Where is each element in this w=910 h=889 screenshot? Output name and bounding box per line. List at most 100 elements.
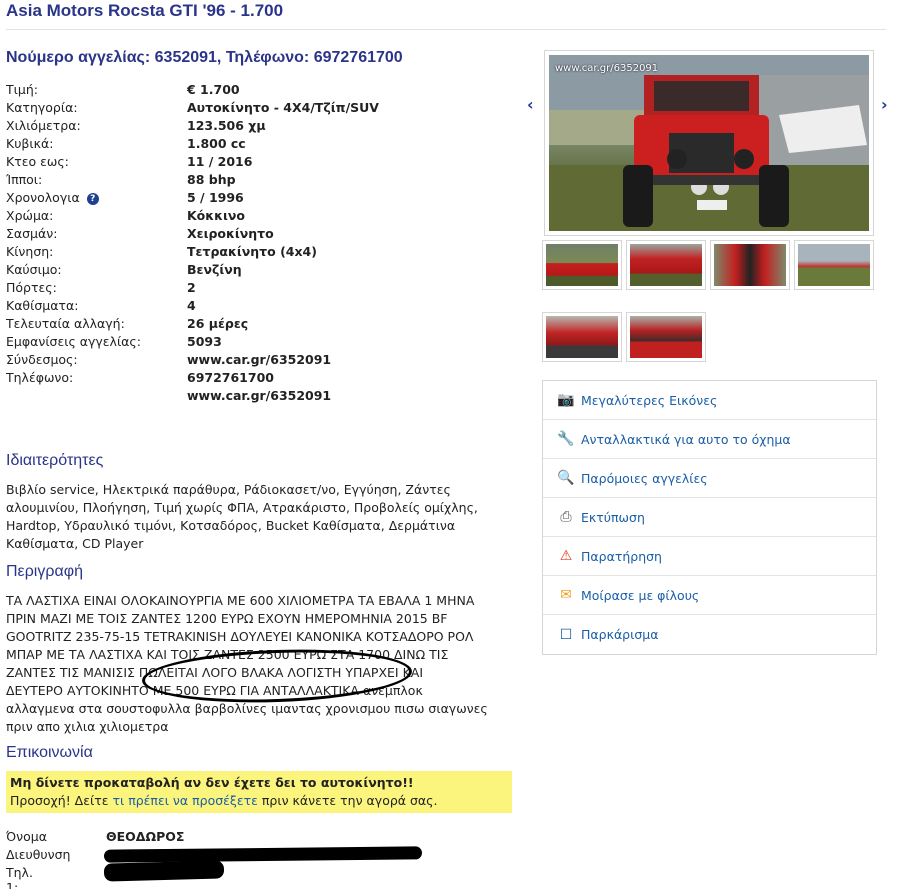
thumbnail[interactable]	[542, 240, 622, 290]
ad-header: Νούμερο αγγελίας: 6352091, Τηλέφωνο: 697…	[6, 49, 403, 66]
contact-label: Τηλ. 1:	[6, 865, 33, 889]
checkbox-icon: ☐	[559, 626, 573, 643]
contact-value: ΘΕΟΔΩΡΟΣ	[106, 829, 185, 844]
thumbnail[interactable]	[626, 240, 706, 290]
camera-icon: 📷	[557, 392, 575, 408]
photo-watermark: www.car.gr/6352091	[555, 63, 659, 74]
spec-value: 123.506 χμ	[187, 118, 266, 133]
spec-label: Σύνδεσμος:	[6, 352, 78, 367]
spec-value: 88 bhp	[187, 172, 236, 187]
contact-label: Όνομα	[6, 829, 47, 844]
warning-prefix: Προσοχή! Δείτε	[10, 793, 109, 808]
thumbnail-image	[630, 244, 702, 286]
thumbnail-image	[630, 316, 702, 358]
warning-link[interactable]: τι πρέπει να προσέξετε	[112, 793, 257, 808]
thumbnail-image	[546, 316, 618, 358]
spec-label: Πόρτες:	[6, 280, 57, 295]
spec-value: 1.800 cc	[187, 136, 246, 151]
description-line: ΠΡΙΝ ΜΑΖΙ ΜΕ ΤΟΙΣ ΖΑΝΤΕΣ 1200 ΕΥΡΩ ΕΧΟΥΝ…	[6, 611, 448, 626]
wrench-icon: 🔧	[557, 431, 575, 447]
action-label: Εκτύπωση	[581, 509, 645, 525]
thumbnail-image	[546, 244, 618, 286]
spec-label: Κίνηση:	[6, 244, 54, 259]
spec-value: Κόκκινο	[187, 208, 246, 223]
envelope-icon: ✉	[560, 587, 572, 603]
contact-heading: Επικοινωνία	[6, 744, 93, 761]
spec-value: 4	[187, 298, 196, 313]
jeep-photo-illustration	[549, 55, 869, 231]
search-icon: 🔍	[557, 470, 575, 486]
warning-icon: ⚠	[559, 548, 573, 564]
features-text: Βιβλίο service, Ηλεκτρικά παράθυρα, Ράδι…	[6, 481, 516, 553]
help-icon[interactable]: ?	[86, 193, 99, 205]
action-larger-images[interactable]: 📷 Μεγαλύτερες Εικόνες	[543, 381, 876, 420]
description-line: ΤΑ ΛΑΣΤΙΧΑ ΕΙΝΑΙ ΟΛΟΚΑΙΝΟΥΡΓΙΑ ΜΕ 600 ΧΙ…	[6, 593, 475, 608]
description-line: πριν απο χιλια χιλιομετρα	[6, 719, 169, 734]
action-label: Μεγαλύτερες Εικόνες	[581, 392, 718, 408]
description-line: GOOTRITZ 235-75-15 TETRAKINISH ΔΟΥΛΕΥΕΙ …	[6, 629, 474, 644]
spec-label: Ίπποι:	[6, 172, 43, 187]
features-line: Hardtop, Υδραυλικό τιμόνι, Κοτσαδόρος, B…	[6, 518, 456, 533]
thumbnail-image	[714, 244, 786, 286]
action-label: Παρκάρισμα	[581, 627, 659, 642]
warning-bold-text: Μη δίνετε προκαταβολή αν δεν έχετε δει τ…	[10, 775, 414, 790]
contact-label: Διευθυνση	[6, 847, 71, 862]
spec-label: Τηλέφωνο:	[6, 370, 74, 385]
page-title: Asia Motors Rocsta GTI '96 - 1.700	[6, 1, 284, 20]
spec-value: Τετρακίνητο (4x4)	[187, 244, 317, 259]
thumbnail[interactable]	[794, 240, 874, 290]
warning-box: Μη δίνετε προκαταβολή αν δεν έχετε δει τ…	[6, 771, 512, 813]
action-print[interactable]: ⎙ Εκτύπωση	[543, 498, 876, 537]
action-label: Ανταλλακτικά για αυτο το όχημα	[581, 431, 791, 447]
spec-value: Αυτοκίνητο - 4X4/Τζίπ/SUV	[187, 100, 379, 115]
thumbnail-image	[798, 244, 870, 286]
thumbnail[interactable]	[542, 312, 622, 362]
spec-label: Τιμή:	[6, 82, 38, 97]
main-photo-frame[interactable]: www.car.gr/6352091	[544, 50, 874, 236]
spec-label: Κατηγορία:	[6, 100, 78, 115]
features-line: Καθίσματα, CD Player	[6, 536, 144, 551]
action-label: Μοίρασε με φίλους	[581, 587, 700, 603]
action-label: Παρατήρηση	[581, 548, 662, 564]
spec-value: 2	[187, 280, 196, 295]
spec-label: Σασμάν:	[6, 226, 58, 241]
spec-value: 5 / 1996	[187, 190, 244, 205]
action-park[interactable]: ☐ Παρκάρισμα	[543, 615, 876, 654]
main-photo[interactable]: www.car.gr/6352091	[549, 55, 869, 231]
spec-value: 26 μέρες	[187, 316, 249, 331]
features-line: αλουμινίου, Πλοήγηση, Τιμή χωρίς ΦΠΑ, Ατ…	[6, 500, 478, 515]
thumbnail[interactable]	[626, 312, 706, 362]
spec-label: Κυβικά:	[6, 136, 54, 151]
thumbnail[interactable]	[710, 240, 790, 290]
action-label: Παρόμοιες αγγελίες	[581, 470, 708, 486]
action-similar-ads[interactable]: 🔍 Παρόμοιες αγγελίες	[543, 459, 876, 498]
warning-suffix: πριν κάνετε την αγορά σας.	[261, 793, 438, 808]
spec-value: www.car.gr/6352091	[187, 352, 332, 367]
features-line: Βιβλίο service, Ηλεκτρικά παράθυρα, Ράδι…	[6, 482, 451, 497]
redaction-mark	[103, 860, 225, 882]
action-spare-parts[interactable]: 🔧 Ανταλλακτικά για αυτο το όχημα	[543, 420, 876, 459]
action-list: 📷 Μεγαλύτερες Εικόνες 🔧 Ανταλλακτικά για α…	[542, 380, 877, 655]
redaction-mark	[103, 846, 423, 863]
spec-label: Χιλιόμετρα:	[6, 118, 81, 133]
action-share[interactable]: ✉ Μοίρασε με φίλους	[543, 576, 876, 615]
spec-value: 5093	[187, 334, 222, 349]
spec-value: € 1.700	[187, 82, 240, 97]
spec-value: Χειροκίνητο	[187, 226, 274, 241]
spec-value: 6972761700	[187, 370, 274, 385]
spec-label: Κτεο εως:	[6, 154, 69, 169]
spec-label: Καθίσματα:	[6, 298, 79, 313]
action-report[interactable]: ⚠ Παρατήρηση	[543, 537, 876, 576]
spec-value: www.car.gr/6352091	[187, 388, 332, 403]
gallery-prev-arrow[interactable]: ‹	[527, 95, 534, 114]
spec-label: Χρώμα:	[6, 208, 54, 223]
print-icon: ⎙	[560, 509, 572, 525]
spec-value: 11 / 2016	[187, 154, 253, 169]
description-heading: Περιγραφή	[6, 563, 83, 580]
spec-label: Εμφανίσεις αγγελίας:	[6, 334, 141, 349]
spec-label: Χρονολογια	[6, 190, 80, 205]
gallery-next-arrow[interactable]: ›	[881, 95, 888, 114]
spec-value: Βενζίνη	[187, 262, 242, 277]
spec-label: Τελευταία αλλαγή:	[6, 316, 125, 331]
features-heading: Ιδιαιτερότητες	[6, 452, 104, 469]
